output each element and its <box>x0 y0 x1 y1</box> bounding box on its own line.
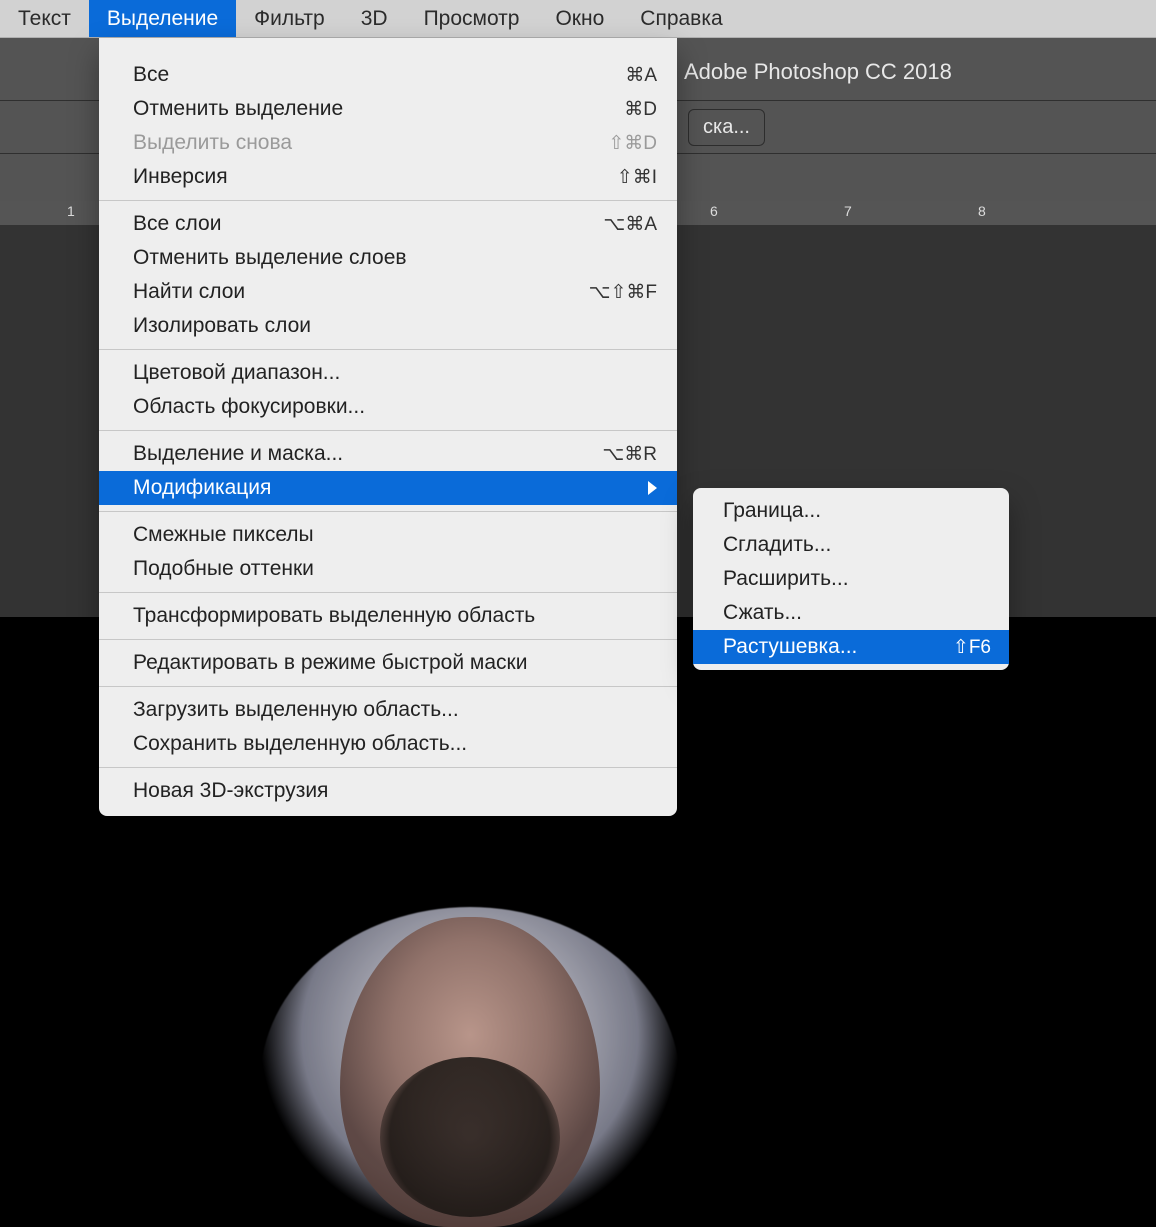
menu-item-shortcut: ⇧⌘I <box>617 166 657 189</box>
menu-item-label: Трансформировать выделенную область <box>133 604 657 628</box>
menu-item-label: Инверсия <box>133 165 597 189</box>
menu-item-shortcut: ⌘A <box>625 64 657 87</box>
menu-item-label: Выделить снова <box>133 131 588 155</box>
menu-separator <box>99 639 677 640</box>
menubar-item-view[interactable]: Просмотр <box>406 0 538 37</box>
menu-item-label: Новая 3D-экструзия <box>133 779 657 803</box>
menu-item-edit-quick-mask[interactable]: Редактировать в режиме быстрой маски <box>99 646 677 680</box>
menu-item-label: Область фокусировки... <box>133 395 657 419</box>
ruler-tick-label: 8 <box>978 203 986 219</box>
menubar-item-window[interactable]: Окно <box>537 0 622 37</box>
menubar: Текст Выделение Фильтр 3D Просмотр Окно … <box>0 0 1156 38</box>
menu-item-label: Сохранить выделенную область... <box>133 732 657 756</box>
menu-item-shortcut: ⌘D <box>624 98 657 121</box>
menu-item-label: Выделение и маска... <box>133 442 582 466</box>
menu-item-modify[interactable]: Модификация <box>99 471 677 505</box>
menu-item-focus-area[interactable]: Область фокусировки... <box>99 390 677 424</box>
menu-item-label: Найти слои <box>133 280 569 304</box>
menubar-item-help[interactable]: Справка <box>622 0 740 37</box>
ruler-tick-label: 7 <box>844 203 852 219</box>
menubar-item-filter[interactable]: Фильтр <box>236 0 343 37</box>
menu-separator <box>99 349 677 350</box>
menu-separator <box>99 686 677 687</box>
menu-item-similar[interactable]: Подобные оттенки <box>99 552 677 586</box>
menu-item-shortcut: ⇧F6 <box>953 636 991 659</box>
menu-separator <box>99 511 677 512</box>
menu-item-label: Растушевка... <box>723 635 933 659</box>
menu-item-label: Сжать... <box>723 601 991 625</box>
menu-item-shortcut: ⇧⌘D <box>608 132 657 155</box>
menu-item-label: Все слои <box>133 212 583 236</box>
menu-item-grow[interactable]: Смежные пикселы <box>99 518 677 552</box>
menu-item-isolate-layers[interactable]: Изолировать слои <box>99 309 677 343</box>
submenu-item-border[interactable]: Граница... <box>693 494 1009 528</box>
submenu-item-feather[interactable]: Растушевка... ⇧F6 <box>693 630 1009 664</box>
menu-item-shortcut: ⌥⌘A <box>603 213 657 236</box>
menu-separator <box>99 767 677 768</box>
menu-item-deselect-layers[interactable]: Отменить выделение слоев <box>99 241 677 275</box>
menu-separator <box>99 430 677 431</box>
ruler-tick-label: 1 <box>67 203 75 219</box>
menu-item-transform-selection[interactable]: Трансформировать выделенную область <box>99 599 677 633</box>
submenu-item-contract[interactable]: Сжать... <box>693 596 1009 630</box>
menu-item-color-range[interactable]: Цветовой диапазон... <box>99 356 677 390</box>
options-button[interactable]: ска... <box>688 109 765 146</box>
menu-item-label: Отменить выделение слоев <box>133 246 657 270</box>
menu-item-label: Отменить выделение <box>133 97 604 121</box>
menu-item-label: Граница... <box>723 499 991 523</box>
menu-item-save-selection[interactable]: Сохранить выделенную область... <box>99 727 677 761</box>
submenu-item-smooth[interactable]: Сгладить... <box>693 528 1009 562</box>
menu-item-label: Цветовой диапазон... <box>133 361 657 385</box>
submenu-arrow-icon <box>648 481 657 495</box>
menu-separator <box>99 200 677 201</box>
menubar-item-text[interactable]: Текст <box>0 0 89 37</box>
menu-item-label: Сгладить... <box>723 533 991 557</box>
menu-item-label: Загрузить выделенную область... <box>133 698 657 722</box>
menu-item-label: Все <box>133 63 605 87</box>
menu-item-all-layers[interactable]: Все слои ⌥⌘A <box>99 207 677 241</box>
menu-item-label: Смежные пикселы <box>133 523 657 547</box>
menu-item-shortcut: ⌥⇧⌘F <box>589 281 657 304</box>
menu-item-all[interactable]: Все ⌘A <box>99 58 677 92</box>
menu-separator <box>99 592 677 593</box>
menu-item-label: Подобные оттенки <box>133 557 657 581</box>
dropdown-selection-menu: Все ⌘A Отменить выделение ⌘D Выделить сн… <box>99 38 677 816</box>
menu-item-label: Модификация <box>133 476 628 500</box>
menubar-item-3d[interactable]: 3D <box>343 0 406 37</box>
menubar-item-selection[interactable]: Выделение <box>89 0 236 37</box>
menu-item-new-3d-extrusion[interactable]: Новая 3D-экструзия <box>99 774 677 808</box>
ruler-tick-label: 6 <box>710 203 718 219</box>
menu-item-deselect[interactable]: Отменить выделение ⌘D <box>99 92 677 126</box>
menu-item-find-layers[interactable]: Найти слои ⌥⇧⌘F <box>99 275 677 309</box>
canvas-image-beard <box>380 1057 560 1217</box>
menu-item-load-selection[interactable]: Загрузить выделенную область... <box>99 693 677 727</box>
menu-item-inverse[interactable]: Инверсия ⇧⌘I <box>99 160 677 194</box>
menu-item-label: Редактировать в режиме быстрой маски <box>133 651 657 675</box>
submenu-item-expand[interactable]: Расширить... <box>693 562 1009 596</box>
menu-item-select-and-mask[interactable]: Выделение и маска... ⌥⌘R <box>99 437 677 471</box>
menu-item-label: Расширить... <box>723 567 991 591</box>
menu-item-reselect: Выделить снова ⇧⌘D <box>99 126 677 160</box>
menu-item-shortcut: ⌥⌘R <box>602 443 657 466</box>
submenu-modify: Граница... Сгладить... Расширить... Сжат… <box>693 488 1009 670</box>
menu-item-label: Изолировать слои <box>133 314 657 338</box>
